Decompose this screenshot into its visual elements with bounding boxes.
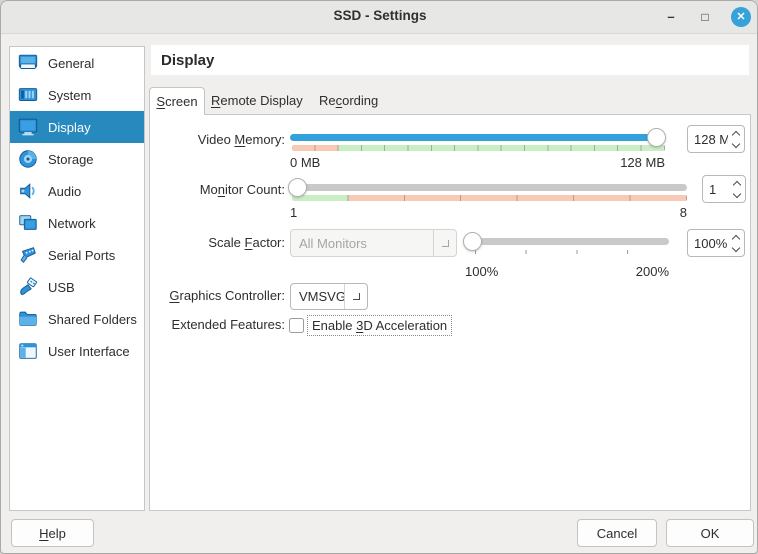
monitor-count-spinbox[interactable]: 1	[702, 175, 746, 203]
settings-dialog: SSD - Settings – □ ✕ General System Disp…	[0, 0, 758, 554]
scale-factor-scale: 100% 200%	[465, 264, 669, 279]
window-title: SSD - Settings	[1, 8, 758, 23]
sidebar-item-label: Network	[48, 216, 96, 231]
enable-3d-acceleration-label[interactable]: Enable 3D Acceleration	[307, 315, 452, 336]
sidebar-item-shared-folders[interactable]: Shared Folders	[10, 303, 144, 335]
scale-factor-label: Scale Factor:	[150, 234, 285, 252]
spin-up-icon[interactable]	[732, 130, 740, 138]
video-memory-max: 128 MB	[620, 155, 665, 170]
close-button[interactable]: ✕	[731, 7, 751, 27]
scale-factor-spinbox[interactable]: 100%	[687, 229, 745, 257]
spin-down-icon[interactable]	[732, 139, 740, 147]
chevron-down-icon	[344, 284, 367, 309]
minimize-button[interactable]: –	[661, 7, 681, 27]
system-icon	[16, 83, 40, 107]
usb-icon	[16, 275, 40, 299]
serial-ports-icon	[16, 243, 40, 267]
tab-remote-display[interactable]: Remote Display	[211, 93, 303, 108]
extended-features-label: Extended Features:	[150, 316, 285, 334]
page-header: Display	[151, 45, 749, 75]
monitor-count-scale: 1 8	[290, 205, 687, 220]
monitor-count-slider-handle[interactable]	[288, 178, 307, 197]
scale-factor-monitor-select: All Monitors	[290, 229, 457, 257]
network-icon	[16, 211, 40, 235]
monitor-count-value[interactable]: 1	[703, 182, 729, 197]
scale-factor-slider[interactable]	[465, 238, 669, 245]
monitor-count-min: 1	[290, 205, 297, 220]
sidebar-item-general[interactable]: General	[10, 47, 144, 79]
cancel-button[interactable]: Cancel	[577, 519, 657, 547]
scale-factor-max: 200%	[636, 264, 669, 279]
sidebar-item-label: Audio	[48, 184, 81, 199]
spin-down-icon[interactable]	[732, 243, 740, 251]
sidebar-item-label: User Interface	[48, 344, 130, 359]
general-icon	[16, 51, 40, 75]
sidebar-item-label: Serial Ports	[48, 248, 115, 263]
sidebar-item-usb[interactable]: USB	[10, 271, 144, 303]
shared-folders-icon	[16, 307, 40, 331]
sidebar-item-user-interface[interactable]: User Interface	[10, 335, 144, 367]
ok-button[interactable]: OK	[666, 519, 754, 547]
storage-icon	[16, 147, 40, 171]
monitor-count-gauge	[292, 195, 687, 201]
sidebar-item-storage[interactable]: Storage	[10, 143, 144, 175]
titlebar[interactable]: SSD - Settings – □ ✕	[1, 1, 758, 34]
sidebar-item-label: Shared Folders	[48, 312, 137, 327]
maximize-button[interactable]: □	[695, 7, 715, 27]
enable-3d-acceleration-checkbox[interactable]	[289, 318, 304, 333]
video-memory-value[interactable]: 128 MB	[688, 132, 728, 147]
monitor-count-slider[interactable]	[290, 184, 687, 191]
video-memory-slider-handle[interactable]	[647, 128, 666, 147]
spin-up-icon[interactable]	[732, 234, 740, 242]
audio-icon	[16, 179, 40, 203]
video-memory-gauge	[292, 145, 665, 151]
tab-screen[interactable]: Screen	[149, 87, 205, 115]
sidebar-item-network[interactable]: Network	[10, 207, 144, 239]
video-memory-min: 0 MB	[290, 155, 320, 170]
monitor-count-label: Monitor Count:	[150, 181, 285, 199]
help-button[interactable]: Help	[11, 519, 94, 547]
sidebar-item-serial-ports[interactable]: Serial Ports	[10, 239, 144, 271]
spin-down-icon[interactable]	[733, 189, 741, 197]
sidebar-item-label: USB	[48, 280, 75, 295]
sidebar-item-label: System	[48, 88, 91, 103]
scale-factor-ticks	[475, 250, 660, 254]
chevron-down-icon	[433, 230, 456, 256]
user-interface-icon	[16, 339, 40, 363]
sidebar-item-label: General	[48, 56, 94, 71]
sidebar-item-system[interactable]: System	[10, 79, 144, 111]
display-icon	[16, 115, 40, 139]
scale-factor-min: 100%	[465, 264, 498, 279]
monitor-count-max: 8	[680, 205, 687, 220]
sidebar-item-label: Storage	[48, 152, 94, 167]
scale-factor-monitor-value: All Monitors	[291, 236, 433, 251]
sidebar-item-label: Display	[48, 120, 91, 135]
graphics-controller-value: VMSVGA	[291, 289, 344, 304]
scale-factor-slider-handle[interactable]	[463, 232, 482, 251]
video-memory-spinbox[interactable]: 128 MB	[687, 125, 745, 153]
video-memory-slider[interactable]	[290, 134, 665, 141]
page-title: Display	[161, 52, 214, 69]
settings-category-list: General System Display Storage Audio	[9, 46, 145, 511]
video-memory-scale: 0 MB 128 MB	[290, 155, 665, 170]
sidebar-item-display[interactable]: Display	[10, 111, 144, 143]
screen-tab-content: Video Memory: 0 MB 128 MB 128 MB Monitor…	[149, 114, 751, 511]
tab-recording[interactable]: Recording	[319, 93, 378, 108]
video-memory-label: Video Memory:	[150, 131, 285, 149]
graphics-controller-select[interactable]: VMSVGA	[290, 283, 368, 310]
graphics-controller-label: Graphics Controller:	[150, 287, 285, 305]
sidebar-item-audio[interactable]: Audio	[10, 175, 144, 207]
spin-up-icon[interactable]	[733, 180, 741, 188]
scale-factor-value[interactable]: 100%	[688, 236, 728, 251]
